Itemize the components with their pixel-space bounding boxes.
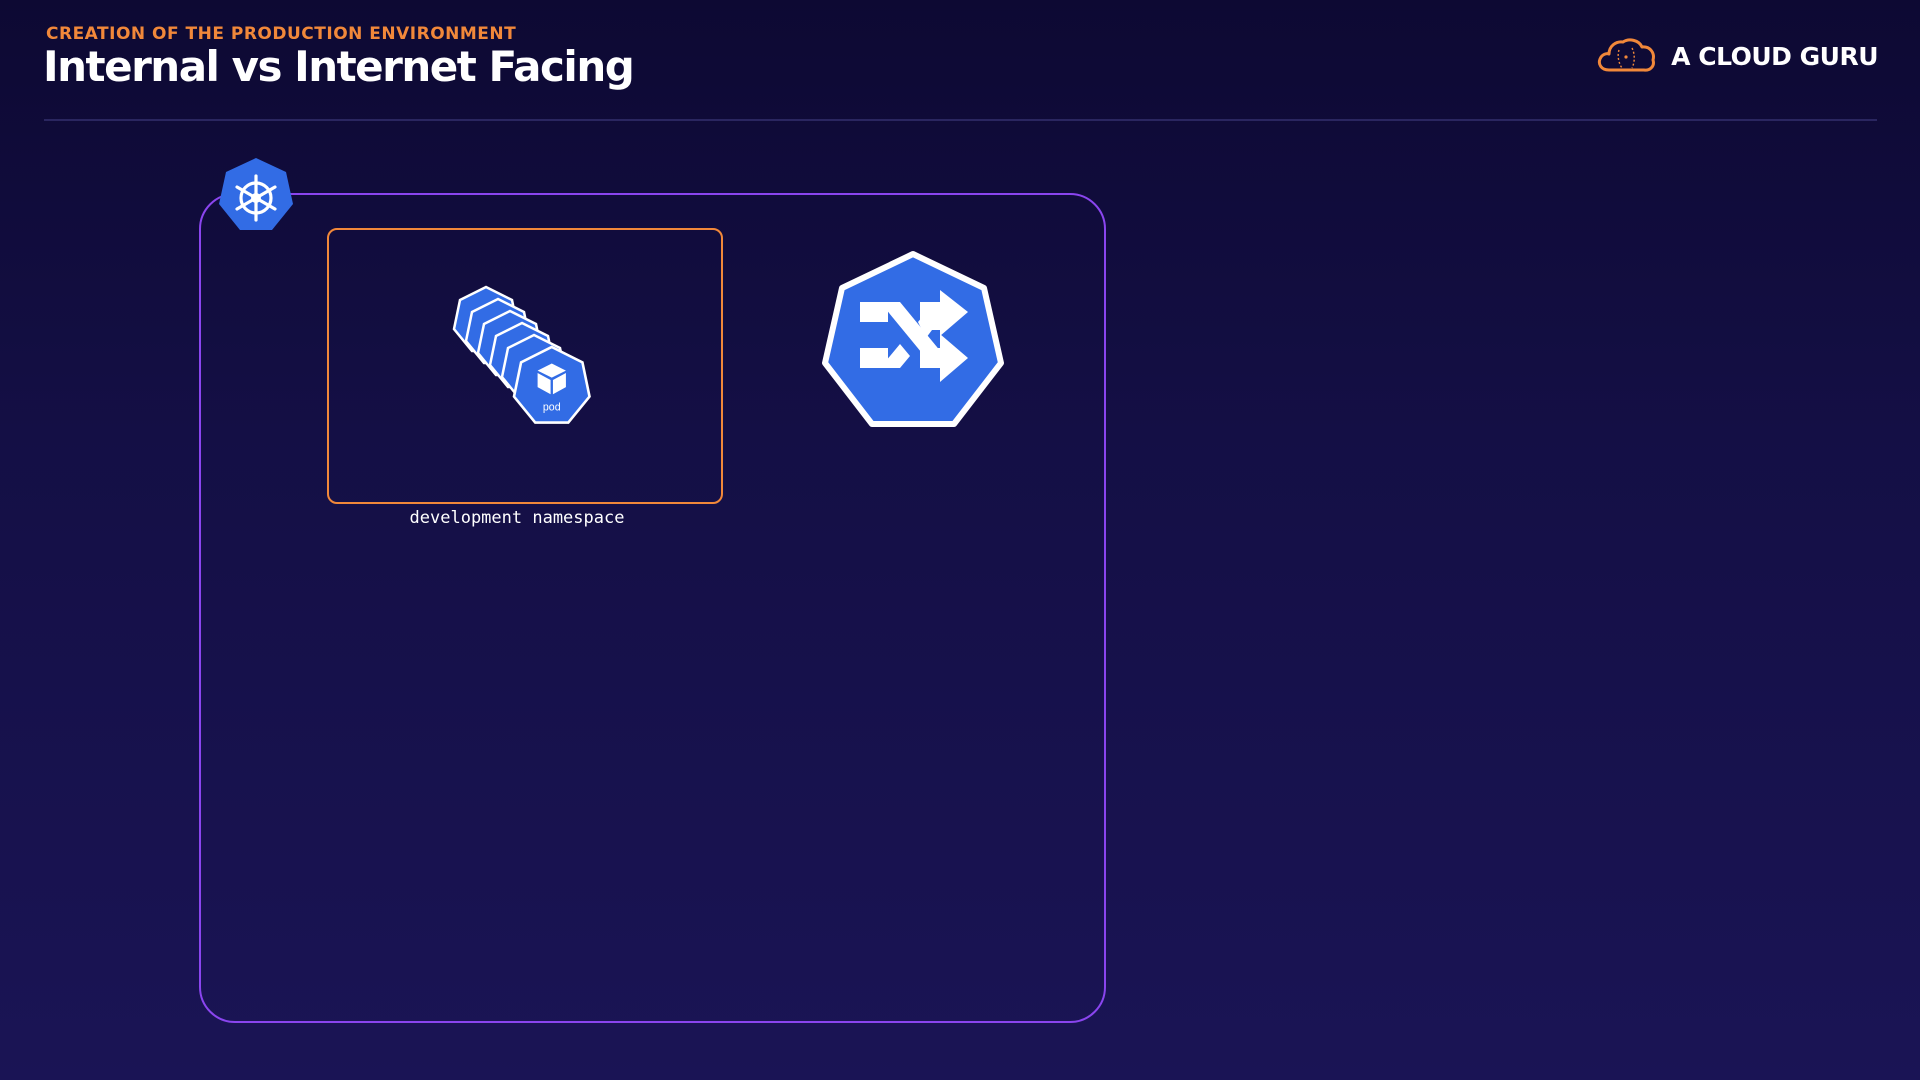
brand-logo: A CLOUD GURU — [1595, 36, 1878, 76]
namespace-label: development namespace — [409, 508, 625, 528]
header-eyebrow: CREATION OF THE PRODUCTION ENVIRONMENT — [46, 24, 517, 44]
page-title: Internal vs Internet Facing — [43, 42, 635, 91]
kubernetes-helm-icon — [219, 158, 293, 230]
service-shuffle-icon — [822, 251, 1004, 427]
pod-stack: pod — [452, 285, 591, 424]
cloud-logo-icon — [1598, 38, 1656, 72]
brand-name: A CLOUD GURU — [1671, 41, 1878, 71]
header-divider — [44, 119, 1877, 121]
pod-label: pod — [543, 402, 561, 414]
